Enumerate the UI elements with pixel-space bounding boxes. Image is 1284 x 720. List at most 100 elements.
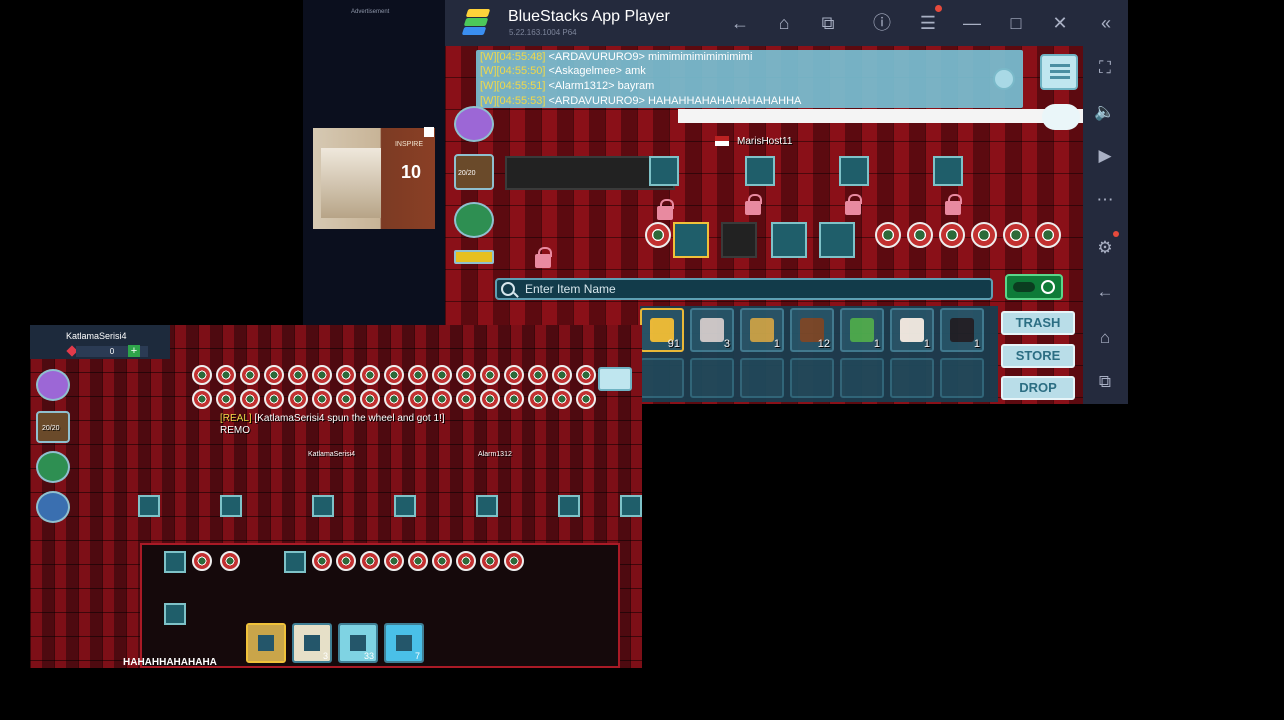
close-icon[interactable]: ✕ xyxy=(1049,12,1071,34)
flag-icon xyxy=(715,136,729,146)
menu-list-button[interactable] xyxy=(598,367,632,391)
chat-message: HAHAHHAHAHAHAHAHAHHA xyxy=(647,95,802,107)
collapse-sidebar-icon[interactable]: « xyxy=(1095,12,1117,34)
item-count: 7 xyxy=(414,651,420,661)
multi-instance-icon[interactable]: ⧉ xyxy=(817,12,839,34)
wheel-block xyxy=(552,389,572,409)
item-count: 1 xyxy=(773,338,780,350)
store-icon[interactable] xyxy=(36,451,70,483)
chat-panel[interactable]: [W][04:55:48] <ARDAVURURO9> mimimimimimi… xyxy=(476,50,1023,108)
item-count: 1 xyxy=(923,338,930,350)
drop-button[interactable]: DROP xyxy=(1001,376,1075,400)
search-toggle-icon xyxy=(1041,280,1055,294)
chat-bubble-text: HAHAHHAHAHAHA xyxy=(123,657,217,668)
broadcast-message: [REAL] [KatlamaSerisi4 spun the wheel an… xyxy=(220,413,450,437)
friends-icon[interactable] xyxy=(36,491,70,523)
item-count: 12 xyxy=(817,338,830,350)
wheel-block xyxy=(312,389,332,409)
inventory-slot[interactable]: 12 xyxy=(790,308,834,352)
settings-icon[interactable]: ⚙ xyxy=(1093,236,1117,260)
android-recents-icon[interactable]: ⧉ xyxy=(1093,370,1117,394)
menu-list-button[interactable] xyxy=(1040,54,1078,90)
avatar-icon[interactable] xyxy=(454,106,494,142)
volume-icon[interactable]: 🔈 xyxy=(1093,100,1117,124)
inventory-empty-slot[interactable] xyxy=(740,358,784,398)
android-home-icon[interactable]: ⌂ xyxy=(1093,326,1117,350)
wheel-block xyxy=(432,389,452,409)
maximize-icon[interactable]: □ xyxy=(1005,12,1027,34)
inventory-empty-slot[interactable] xyxy=(840,358,884,398)
notification-dot xyxy=(935,5,942,12)
item-search-bar[interactable] xyxy=(495,278,993,300)
hotbar-slot[interactable]: 33 xyxy=(338,623,378,663)
hotbar-slot[interactable]: 3 xyxy=(292,623,332,663)
wheel-block xyxy=(336,389,356,409)
screen-record-icon[interactable]: ▶ xyxy=(1093,144,1117,168)
ad-close-icon[interactable] xyxy=(424,127,434,137)
inventory-slot[interactable]: 1 xyxy=(740,308,784,352)
menu-icon[interactable]: ☰ xyxy=(917,12,939,34)
chat-prefix: [W][04:55:48] xyxy=(480,51,546,63)
search-icon xyxy=(501,282,515,296)
chat-line: [W][04:55:53] <ARDAVURURO9> HAHAHHAHAHAH… xyxy=(480,95,801,107)
hotbar-slot[interactable]: 7 xyxy=(384,623,424,663)
item-search-input[interactable] xyxy=(523,281,983,297)
wheel-block xyxy=(432,365,452,385)
wheel-block xyxy=(240,365,260,385)
wheel-block xyxy=(360,365,380,385)
wheel-block xyxy=(408,389,428,409)
wheel-block xyxy=(360,551,380,571)
avatar-icon[interactable] xyxy=(36,369,70,401)
inventory-panel: 91 3 1 12 1 1 1 xyxy=(640,306,998,402)
back-arrow-icon[interactable]: ← xyxy=(729,12,751,34)
inventory-empty-slot[interactable] xyxy=(690,358,734,398)
wheel-block xyxy=(312,365,332,385)
world-block xyxy=(673,222,709,258)
inventory-empty-slot[interactable] xyxy=(790,358,834,398)
chat-scroll-button[interactable] xyxy=(993,68,1015,90)
fullscreen-icon[interactable]: ⛶ xyxy=(1093,56,1117,80)
trash-button[interactable]: TRASH xyxy=(1001,311,1075,335)
chat-input-bar[interactable] xyxy=(678,109,1083,123)
wheel-block xyxy=(408,365,428,385)
inventory-slot[interactable]: 91 xyxy=(640,308,684,352)
inventory-slot[interactable]: 1 xyxy=(940,308,984,352)
add-gems-button[interactable]: + xyxy=(128,345,140,357)
wheel-block xyxy=(432,551,452,571)
inventory-empty-slot[interactable] xyxy=(940,358,984,398)
wheel-block xyxy=(528,365,548,385)
item-count: 3 xyxy=(723,338,730,350)
inventory-slot[interactable]: 1 xyxy=(890,308,934,352)
minimize-icon[interactable]: — xyxy=(961,12,983,34)
inventory-slot[interactable]: 3 xyxy=(690,308,734,352)
wheel-block xyxy=(192,551,212,571)
android-back-icon[interactable]: ← xyxy=(1093,280,1117,304)
chat-line: [W][04:55:50] <Askagelmee> amk xyxy=(480,65,646,77)
wheel-block xyxy=(384,365,404,385)
app-title: BlueStacks App Player xyxy=(508,8,670,25)
chat-name: <Alarm1312> xyxy=(548,80,615,92)
inventory-empty-slot[interactable] xyxy=(640,358,684,398)
inventory-slot[interactable]: 1 xyxy=(840,308,884,352)
speech-bubble-icon[interactable] xyxy=(1042,104,1080,130)
world-block xyxy=(933,156,963,186)
hotbar-slot[interactable] xyxy=(246,623,286,663)
ad-image[interactable]: INSPIRE 10 xyxy=(313,128,435,229)
second-game-viewport[interactable]: KatlamaSerisi4 0 + 20/20 [REAL] [Katlama… xyxy=(30,325,642,668)
expand-down-icon[interactable] xyxy=(454,250,494,264)
lock-icon xyxy=(945,194,962,215)
help-icon[interactable]: ⓘ xyxy=(871,12,893,34)
home-icon[interactable]: ⌂ xyxy=(773,12,795,34)
item-count: 3 xyxy=(322,651,328,661)
bluestacks-logo-icon xyxy=(461,9,491,37)
more-icon[interactable]: ⋯ xyxy=(1093,188,1117,212)
wheel-block xyxy=(456,551,476,571)
search-toggle[interactable] xyxy=(1005,274,1063,300)
wheel-block xyxy=(1035,222,1061,248)
inventory-empty-slot[interactable] xyxy=(890,358,934,398)
world-block xyxy=(284,551,306,573)
tree-seed-icon xyxy=(850,318,874,342)
item-count: 1 xyxy=(873,338,880,350)
store-button[interactable]: STORE xyxy=(1001,344,1075,368)
store-icon[interactable] xyxy=(454,202,494,238)
